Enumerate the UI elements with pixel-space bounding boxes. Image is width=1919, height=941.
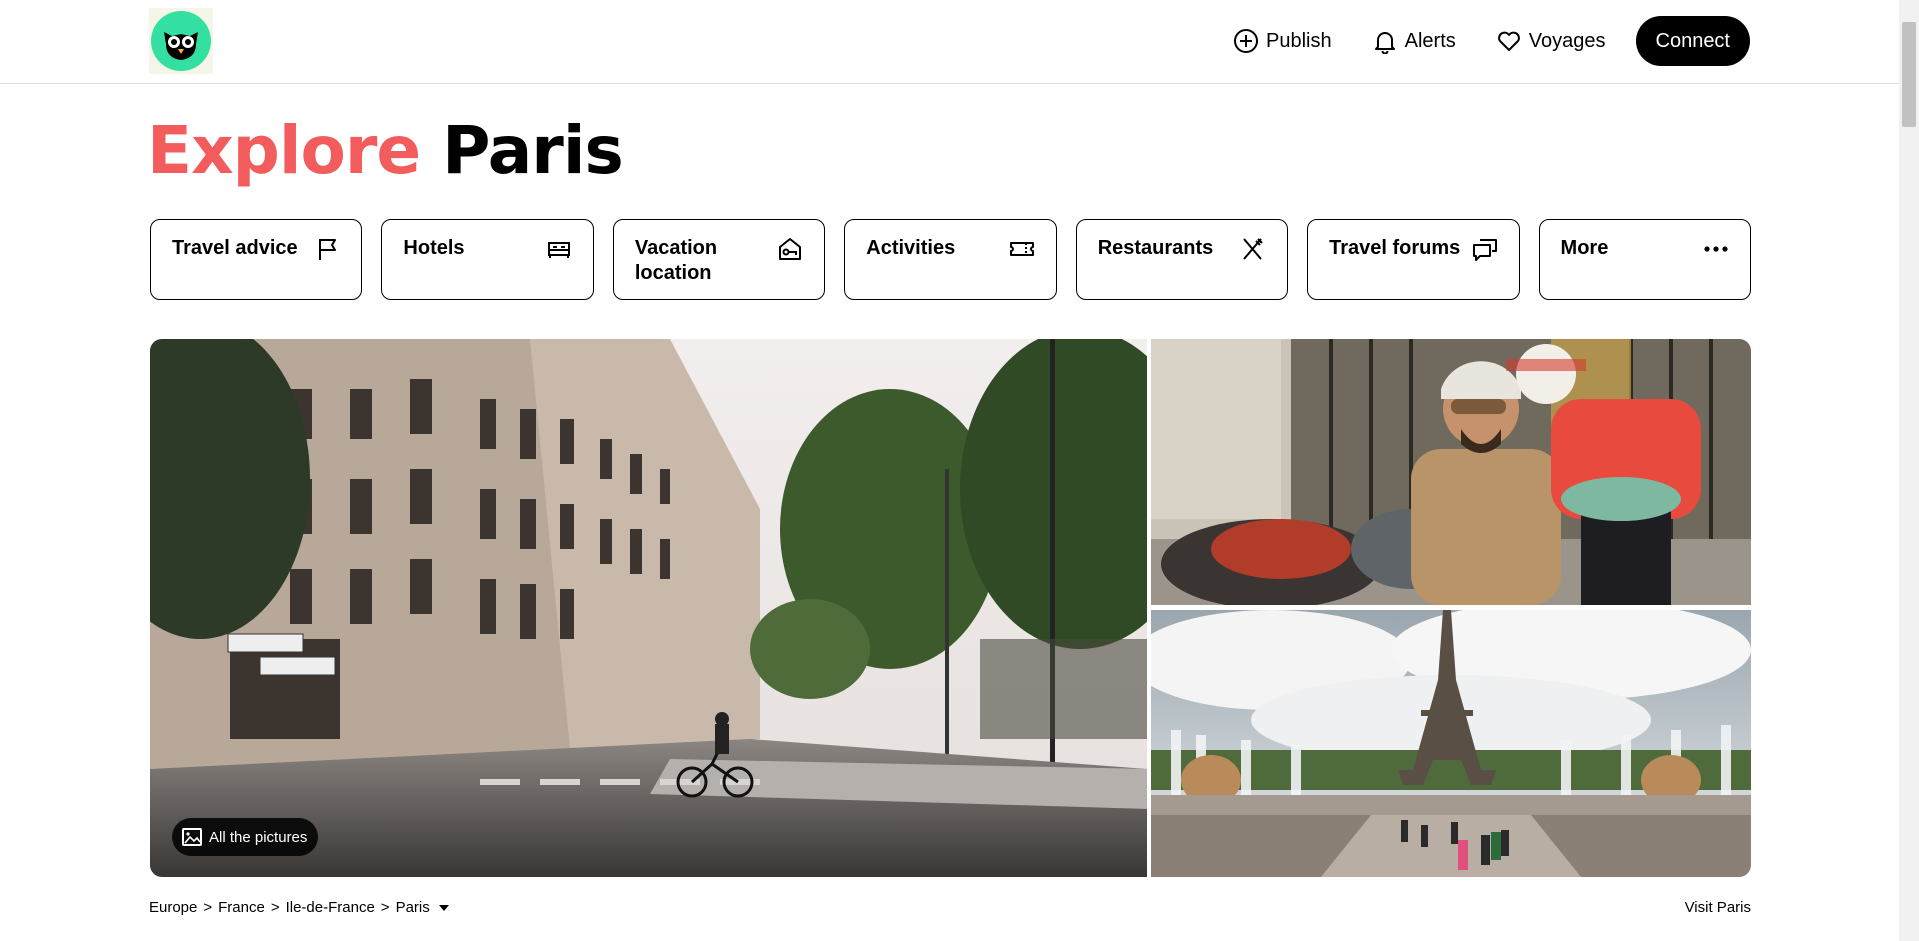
category-vacation-location[interactable]: Vacation location (612, 219, 826, 300)
voyages-button[interactable]: Voyages (1480, 16, 1622, 66)
ticket-icon (1009, 242, 1034, 256)
breadcrumb-ile-de-france[interactable]: Ile-de-France (286, 899, 375, 916)
breadcrumb-france[interactable]: France (218, 899, 265, 916)
breadcrumb-europe[interactable]: Europe (149, 899, 197, 916)
breadcrumb-separator: > (203, 899, 213, 916)
publish-label: Publish (1266, 29, 1332, 52)
header-nav: Publish Alerts Voyages Connect (1217, 15, 1750, 67)
house-key-icon (779, 238, 802, 260)
breadcrumb: Europe > France > Ile-de-France > Paris (149, 899, 450, 916)
more-dots-icon (1704, 246, 1728, 252)
visit-paris-link[interactable]: Visit Paris (1685, 899, 1751, 916)
bell-icon (1374, 32, 1395, 54)
category-label: More (1560, 237, 1609, 259)
paris-street-cyclist-photo[interactable]: All the pictures (150, 339, 1147, 877)
category-label: Hotels (403, 237, 465, 259)
plus-circle-icon (1234, 29, 1259, 53)
page-title-accent: Explore (147, 112, 421, 189)
connect-button[interactable]: Connect (1635, 16, 1750, 66)
sidecar-couple-photo[interactable] (1151, 339, 1751, 605)
publish-button[interactable]: Publish (1217, 16, 1348, 66)
page-title-city: Paris (442, 112, 624, 189)
voyages-label: Voyages (1528, 29, 1606, 52)
fork-knife-icon (1243, 238, 1263, 260)
category-more[interactable]: More (1538, 219, 1751, 300)
category-label: Restaurants (1097, 237, 1214, 259)
alerts-label: Alerts (1404, 29, 1456, 52)
breadcrumb-separator: > (380, 899, 390, 916)
top-header: Publish Alerts Voyages Connect (0, 0, 1899, 84)
eiffel-tower-fountains-photo[interactable] (1151, 610, 1751, 877)
photo-gallery: All the pictures (150, 339, 1751, 877)
category-cards: Travel advice Hotels Vacation location A… (150, 219, 1751, 300)
caret-down-icon[interactable] (438, 903, 450, 913)
bed-icon (547, 242, 570, 258)
image-icon (182, 828, 202, 846)
page-title: Explore Paris (147, 112, 624, 189)
breadcrumb-paris[interactable]: Paris (396, 899, 430, 916)
owl-logo-icon[interactable] (149, 8, 213, 74)
flag-icon (319, 239, 337, 260)
category-label: Travel forums (1329, 237, 1461, 259)
category-restaurants[interactable]: Restaurants (1075, 219, 1289, 300)
page-scrollbar[interactable] (1899, 0, 1919, 941)
category-hotels[interactable]: Hotels (381, 219, 594, 300)
category-label: Vacation location (634, 237, 718, 284)
category-travel-forums[interactable]: Travel forums (1307, 219, 1520, 300)
all-pictures-label: All the pictures (209, 828, 308, 846)
category-activities[interactable]: Activities (844, 219, 1057, 300)
heart-icon (1497, 31, 1520, 51)
category-label: Travel advice (172, 237, 298, 259)
category-travel-advice[interactable]: Travel advice (150, 219, 363, 300)
scrollbar-thumb[interactable] (1902, 22, 1916, 127)
all-pictures-button[interactable]: All the pictures (172, 818, 319, 856)
category-label: Activities (866, 237, 956, 259)
alerts-button[interactable]: Alerts (1356, 16, 1472, 66)
chat-bubbles-icon (1472, 239, 1497, 261)
breadcrumb-separator: > (270, 899, 280, 916)
